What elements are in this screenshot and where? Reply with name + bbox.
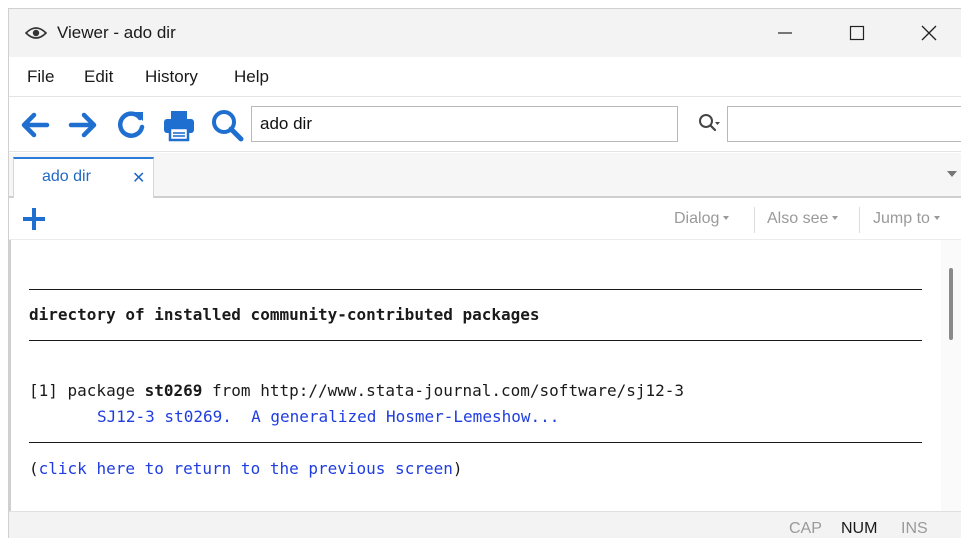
separator	[859, 207, 860, 233]
menu-bar: File Edit History Help	[9, 57, 961, 97]
maximize-button[interactable]	[821, 9, 893, 57]
divider	[29, 289, 922, 290]
minimize-icon	[778, 32, 792, 34]
tab-close-icon[interactable]: ✕	[132, 168, 145, 188]
divider	[29, 442, 922, 443]
viewer-window: Viewer - ado dir File Edit History Help	[8, 8, 961, 538]
menu-history[interactable]: History	[145, 67, 198, 87]
menu-help[interactable]: Help	[234, 67, 269, 87]
close-icon	[921, 25, 937, 41]
find-icon[interactable]	[697, 112, 721, 136]
chevron-down-icon	[832, 216, 839, 220]
chevron-down-icon[interactable]	[947, 171, 957, 177]
return-paren-close: )	[452, 459, 463, 478]
window-title: Viewer - ado dir	[57, 23, 176, 42]
tab-strip: ado dir ✕	[9, 153, 961, 198]
title-bar: Viewer - ado dir	[9, 9, 961, 57]
package-index: [1] package	[29, 381, 145, 400]
jump-to-button[interactable]: Jump to	[873, 210, 940, 228]
minimize-button[interactable]	[749, 9, 821, 57]
eye-icon	[25, 27, 47, 39]
dialog-button[interactable]: Dialog	[674, 210, 730, 228]
viewer-subbar: Dialog Also see Jump to	[9, 199, 961, 240]
chevron-down-icon	[933, 216, 940, 220]
search-icon[interactable]	[209, 107, 245, 143]
package-source: from http://www.stata-journal.com/softwa…	[202, 381, 685, 400]
also-see-button[interactable]: Also see	[767, 210, 839, 228]
status-num: NUM	[841, 520, 878, 537]
refresh-icon[interactable]	[113, 107, 149, 143]
status-cap: CAP	[789, 520, 822, 537]
package-line: [1] package st0269 from http://www.stata…	[29, 381, 684, 400]
scroll-thumb[interactable]	[949, 268, 953, 340]
vertical-scrollbar[interactable]	[941, 240, 961, 511]
also-see-label: Also see	[767, 210, 829, 227]
find-input[interactable]	[727, 106, 961, 142]
status-ins: INS	[901, 520, 928, 537]
print-icon[interactable]	[161, 107, 197, 143]
directory-heading: directory of installed community-contrib…	[29, 305, 540, 324]
maximize-icon	[849, 25, 865, 41]
tab-label: ado dir	[42, 168, 91, 185]
plus-icon[interactable]	[21, 206, 47, 232]
menu-file[interactable]: File	[27, 67, 54, 87]
divider	[29, 340, 922, 341]
tab-ado-dir[interactable]: ado dir ✕	[13, 157, 154, 198]
close-button[interactable]	[893, 9, 961, 57]
toolbar	[9, 98, 961, 152]
package-name: st0269	[144, 381, 203, 400]
jump-to-label: Jump to	[873, 210, 930, 227]
viewer-content: directory of installed community-contrib…	[9, 240, 941, 511]
return-link[interactable]: click here to return to the previous scr…	[39, 459, 453, 478]
forward-arrow-icon[interactable]	[65, 107, 101, 143]
separator	[754, 207, 755, 233]
return-paren-open: (	[29, 459, 39, 478]
back-arrow-icon[interactable]	[17, 107, 53, 143]
address-input[interactable]	[251, 106, 678, 142]
chevron-down-icon	[723, 216, 730, 220]
return-line: (click here to return to the previous sc…	[29, 459, 463, 478]
package-description-link[interactable]: SJ12-3 st0269. A generalized Hosmer-Leme…	[97, 407, 559, 426]
status-bar: CAP NUM INS	[9, 511, 961, 538]
menu-edit[interactable]: Edit	[84, 67, 113, 87]
dialog-label: Dialog	[674, 210, 720, 227]
